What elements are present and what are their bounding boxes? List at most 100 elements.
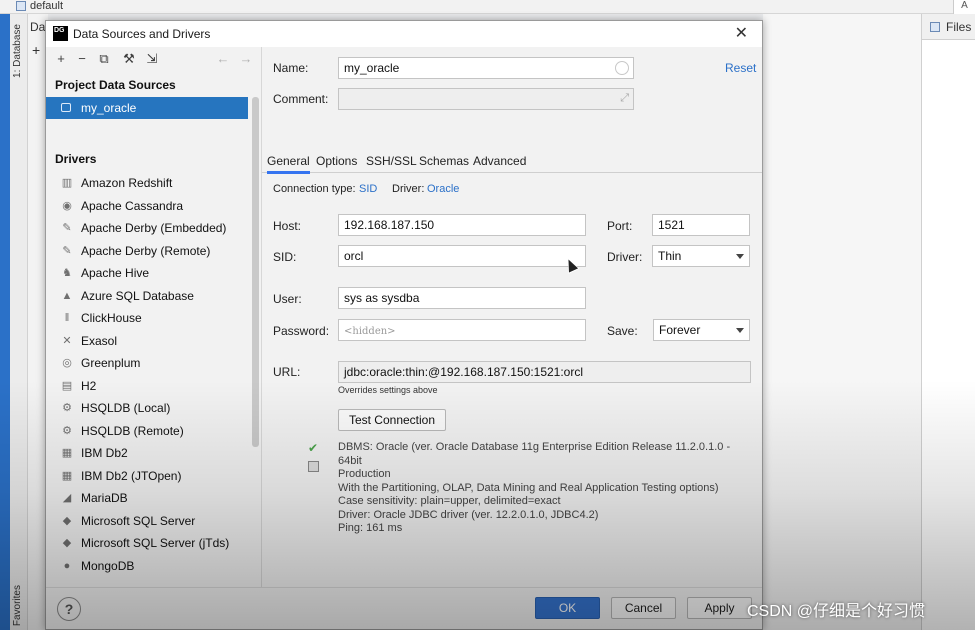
add-icon[interactable]: + <box>52 50 70 68</box>
connection-type-label: Connection type: <box>273 183 356 195</box>
files-tab[interactable]: Files <box>921 14 975 40</box>
dialog-title-bar: DG Data Sources and Drivers ✕ <box>46 21 762 47</box>
tool-tab-database[interactable]: 1: Database <box>12 24 26 78</box>
test-connection-button[interactable]: Test Connection <box>338 409 446 431</box>
sid-value: orcl <box>344 249 364 263</box>
success-check-icon: ✔ <box>308 441 319 455</box>
tab-options[interactable]: Options <box>316 154 357 171</box>
user-field[interactable]: sys as sysdba <box>338 287 586 309</box>
driver-item[interactable]: ▲ Azure SQL Database <box>46 285 248 307</box>
driver-item[interactable]: ▤ H2 <box>46 375 248 397</box>
remove-icon[interactable]: − <box>73 50 91 68</box>
driver-item[interactable]: ♞ Apache Hive <box>46 262 248 284</box>
expand-icon[interactable]: ⤢ <box>620 92 629 105</box>
url-label: URL: <box>273 365 301 379</box>
driver-select-label: Driver: <box>607 250 643 264</box>
hsqldb-icon: ⚙ <box>62 424 72 437</box>
hive-icon: ♞ <box>62 267 72 279</box>
driver-select[interactable]: Thin <box>652 245 750 267</box>
tool-tab-favorites[interactable]: Favorites <box>12 585 26 626</box>
source-label: my_oracle <box>81 101 137 115</box>
data-source-settings: Name: my_oracle Reset Comment: ⤢ General… <box>262 47 762 587</box>
port-label: Port: <box>607 219 633 233</box>
driver-label: IBM Db2 (JTOpen) <box>81 468 182 483</box>
derby-icon: ✎ <box>62 222 72 234</box>
host-field[interactable]: 192.168.187.150 <box>338 214 586 236</box>
tab-ssh-ssl[interactable]: SSH/SSL <box>366 154 417 171</box>
source-item-my-oracle[interactable]: my_oracle <box>46 97 248 119</box>
password-field[interactable]: <hidden> <box>338 319 586 341</box>
tab-advanced[interactable]: Advanced <box>473 154 526 171</box>
port-field[interactable]: 1521 <box>652 214 750 236</box>
db2-icon: ▦ <box>61 447 73 459</box>
corner-button[interactable]: A <box>953 0 975 14</box>
project-icon <box>16 1 26 11</box>
ok-button[interactable]: OK <box>535 597 600 619</box>
driver-item[interactable]: ◉ Apache Cassandra <box>46 195 248 217</box>
url-field[interactable]: jdbc:oracle:thin:@192.168.187.150:1521:o… <box>338 361 751 383</box>
status-line: Ping: 161 ms <box>338 522 403 534</box>
redshift-icon: ▥ <box>61 177 73 189</box>
driver-label: Azure SQL Database <box>81 288 194 303</box>
import-icon[interactable]: ⇲ <box>143 50 161 68</box>
password-label: Password: <box>273 324 330 338</box>
tab-general[interactable]: General <box>267 154 310 174</box>
driver-item[interactable]: ▦ IBM Db2 (JTOpen) <box>46 465 248 487</box>
driver-item[interactable]: ◎ Greenplum <box>46 352 248 374</box>
data-sources-tree: + − ⧉ ⚒ ⇲ ← → Project Data Sources my_or… <box>46 47 262 587</box>
tab-schemas[interactable]: Schemas <box>419 154 469 171</box>
status-line: DBMS: Oracle (ver. Oracle Database 11g E… <box>338 441 731 467</box>
wrench-icon[interactable]: ⚒ <box>120 50 138 68</box>
tree-scrollbar[interactable] <box>252 97 259 447</box>
sid-field[interactable]: orcl <box>338 245 586 267</box>
driver-item[interactable]: ‖ ClickHouse <box>46 307 248 329</box>
exasol-icon: ✕ <box>62 334 72 347</box>
driver-item[interactable]: ◢ MariaDB <box>46 487 248 509</box>
driver-link[interactable]: Oracle <box>427 183 459 195</box>
driver-info-label: Driver: <box>392 183 425 195</box>
watermark: CSDN @仔细是个好习惯 <box>747 603 926 620</box>
driver-item[interactable]: ◆ Microsoft SQL Server <box>46 510 248 532</box>
mariadb-icon: ◢ <box>62 492 72 504</box>
driver-item[interactable]: ▦ IBM Db2 <box>46 442 248 464</box>
help-button[interactable]: ? <box>57 597 81 621</box>
driver-item[interactable]: ✕ Exasol <box>46 330 248 352</box>
driver-item[interactable]: ◆ Microsoft SQL Server (jTds) <box>46 532 248 554</box>
sqlserver-icon: ◆ <box>62 537 72 549</box>
back-arrow-icon[interactable]: ← <box>214 50 232 68</box>
name-field[interactable]: my_oracle <box>338 57 634 79</box>
connection-type-link[interactable]: SID <box>359 183 377 195</box>
driver-item[interactable]: ✎ Apache Derby (Remote) <box>46 240 248 262</box>
driver-item[interactable]: ⚙ HSQLDB (Local) <box>46 397 248 419</box>
driver-item[interactable]: ⚙ HSQLDB (Remote) <box>46 420 248 442</box>
driver-label: MariaDB <box>81 491 128 505</box>
driver-label: Amazon Redshift <box>81 176 173 190</box>
color-circle-icon[interactable] <box>615 61 629 75</box>
apply-button[interactable]: Apply <box>687 597 752 619</box>
driver-item[interactable]: ● MongoDB <box>46 555 248 577</box>
sid-label: SID: <box>273 250 297 264</box>
ide-left-accent <box>0 14 10 630</box>
driver-item[interactable]: ✎ Apache Derby (Embedded) <box>46 217 248 239</box>
driver-label: Apache Cassandra <box>81 198 184 213</box>
hsqldb-icon: ⚙ <box>62 402 72 414</box>
duplicate-icon[interactable]: ⧉ <box>95 50 113 68</box>
driver-label: HSQLDB (Remote) <box>81 423 184 438</box>
driver-item[interactable]: ▥ Amazon Redshift <box>46 172 248 194</box>
close-icon[interactable]: ✕ <box>735 23 748 43</box>
driver-label: IBM Db2 <box>81 446 128 460</box>
cancel-button[interactable]: Cancel <box>611 597 676 619</box>
derby-icon: ✎ <box>62 244 72 257</box>
driver-label: ClickHouse <box>81 311 142 325</box>
port-value: 1521 <box>658 218 685 232</box>
save-select[interactable]: Forever <box>653 319 750 341</box>
comment-field[interactable]: ⤢ <box>338 88 634 110</box>
add-icon[interactable]: + <box>32 42 40 58</box>
driver-label: Apache Derby (Embedded) <box>81 221 227 235</box>
status-line: With the Partitioning, OLAP, Data Mining… <box>338 481 719 494</box>
host-label: Host: <box>273 219 302 233</box>
reset-link[interactable]: Reset <box>725 61 756 75</box>
url-value: jdbc:oracle:thin:@192.168.187.150:1521:o… <box>344 365 584 379</box>
copy-icon[interactable] <box>308 461 319 472</box>
forward-arrow-icon[interactable]: → <box>237 50 255 68</box>
